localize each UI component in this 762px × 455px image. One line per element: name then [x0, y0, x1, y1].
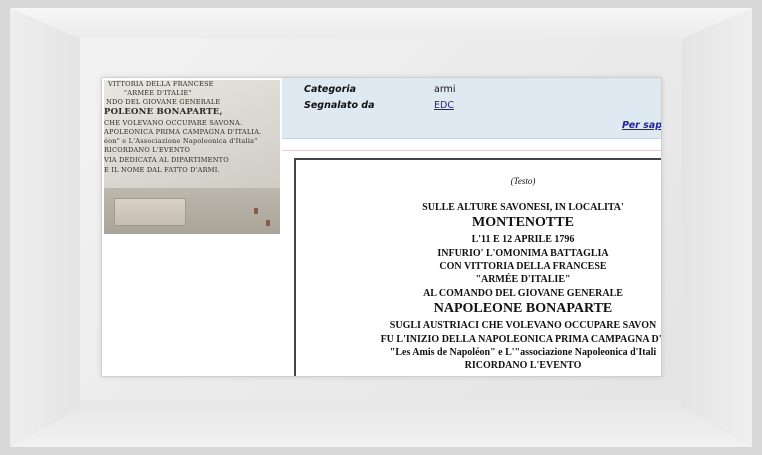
segnalato-link[interactable]: EDC: [434, 100, 454, 111]
plaque-line: POLEONE BONAPARTE,: [104, 107, 223, 117]
plaque-line: E IL NOME DAL FATTO D'ARMI.: [104, 166, 220, 174]
plaque-line: RICORDANO L'EVENTO: [104, 146, 191, 154]
frame-bevel-right: [682, 8, 752, 447]
text-line: SUGLI AUSTRIACI CHE VOLEVANO OCCUPARE SA…: [389, 320, 657, 331]
plaque-detail: [266, 220, 270, 226]
divider: [282, 138, 661, 139]
plaque-line: "ARMÉE D'ITALIE": [124, 89, 192, 97]
plaque-line: CHE VOLEVANO OCCUPARE SAVONA.: [104, 119, 243, 127]
text-line: INFURIO' L'OMONIMA BATTAGLIA: [437, 248, 609, 259]
categoria-value: armi: [434, 84, 456, 95]
plaque-stone: [114, 198, 186, 226]
text-line: SULLE ALTURE SAVONESI, IN LOCALITA': [422, 202, 624, 213]
text-line: NAPOLEONE BONAPARTE: [433, 301, 613, 316]
webpage-screenshot: VITTORIA DELLA FRANCESE "ARMÉE D'ITALIE"…: [102, 78, 661, 376]
text-line: "ARMÉE D'ITALIE": [475, 274, 571, 285]
plaque-detail: [254, 208, 258, 214]
segnalato-label: Segnalato da: [304, 100, 375, 111]
divider: [282, 150, 661, 151]
text-line: CON VITTORIA DELLA FRANCESE: [439, 261, 607, 272]
frame-bevel-bottom: [10, 400, 752, 447]
text-line: RICORDANO L'EVENTO: [464, 360, 582, 371]
frame-bevel-top: [10, 8, 752, 38]
plaque-line: éon" e L'Associazione Napoleonica d'Ital…: [104, 137, 258, 145]
text-line: FU L'INIZIO DELLA NAPOLEONICA PRIMA CAMP…: [380, 334, 661, 345]
text-line: MONTENOTTE: [472, 215, 574, 230]
categoria-label: Categoria: [304, 84, 357, 95]
text-title: (Testo): [510, 176, 536, 186]
text-line: AL COMANDO DEL GIOVANE GENERALE: [423, 288, 623, 299]
text-line: "Les Amis de Napoléon" e L'"associazione…: [389, 347, 657, 358]
plaque-line: VIA DEDICATA AL DIPARTIMENTO: [104, 156, 229, 164]
inscription-text-box: (Testo) SULLE ALTURE SAVONESI, IN LOCALI…: [294, 158, 661, 376]
text-line: L'11 E 12 APRILE 1796: [471, 234, 575, 245]
info-panel: Categoria armi Segnalato da EDC Per sap: [282, 78, 661, 138]
more-info-link[interactable]: Per sap: [622, 120, 661, 131]
frame-bevel-left: [10, 8, 80, 447]
plaque-line: APOLEONICA PRIMA CAMPAGNA D'ITALIA.: [104, 128, 262, 136]
plaque-line: VITTORIA DELLA FRANCESE: [108, 80, 214, 88]
plaque-line: NDO DEL GIOVANE GENERALE: [106, 98, 221, 106]
plaque-photo: VITTORIA DELLA FRANCESE "ARMÉE D'ITALIE"…: [104, 80, 280, 234]
